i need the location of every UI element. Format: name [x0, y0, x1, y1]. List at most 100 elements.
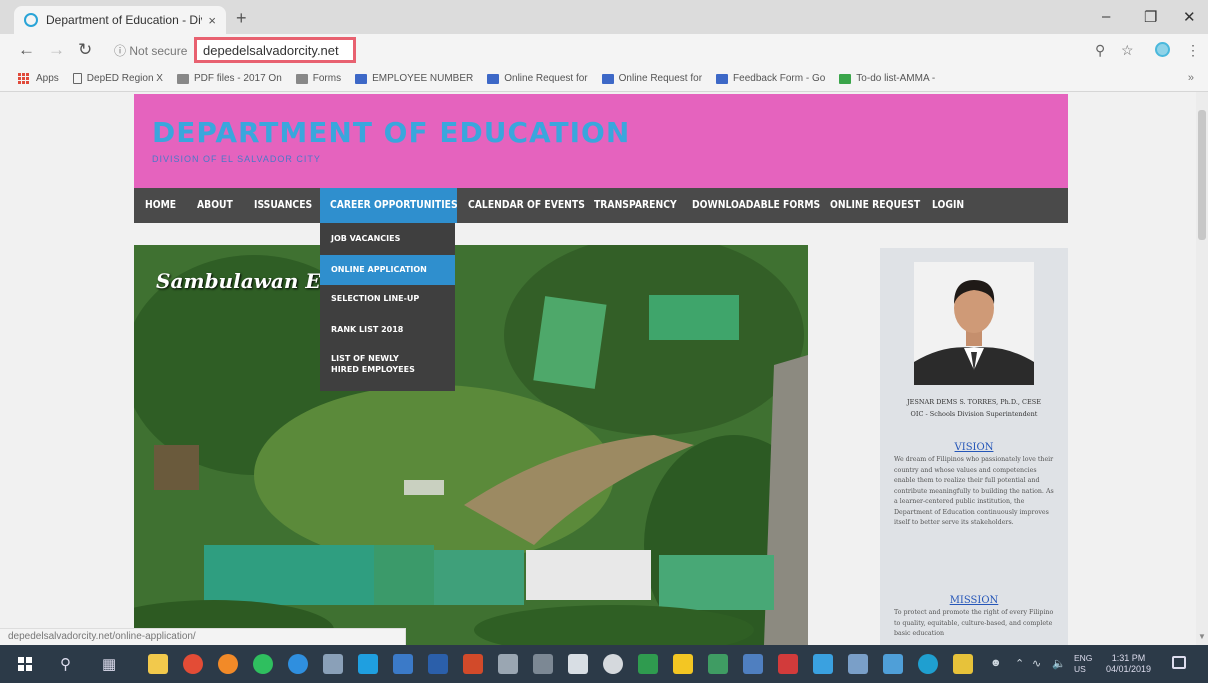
menu-item-job-vacancies[interactable]: JOB VACANCIES: [320, 233, 455, 244]
bookmark-item[interactable]: Online Request for: [601, 73, 703, 84]
menu-item-online-application[interactable]: ONLINE APPLICATION: [320, 255, 455, 285]
site-favicon-icon: [24, 13, 38, 27]
official-name: JESNAR DEMS S. TORRES, Ph.D., CESE: [907, 398, 1041, 406]
bookmark-item[interactable]: Forms: [295, 73, 342, 84]
close-window-icon[interactable]: ✕: [1183, 8, 1196, 26]
sheets-app-icon[interactable]: [708, 654, 728, 674]
sticky-notes-icon[interactable]: [673, 654, 693, 674]
tab-title: Department of Education - Div: [46, 13, 203, 27]
lang-top: ENG: [1074, 653, 1093, 663]
pdf-icon: [295, 73, 308, 84]
sheets-icon: [601, 73, 614, 84]
menu-item-selection-line-up[interactable]: SELECTION LINE-UP: [320, 293, 455, 304]
language-indicator[interactable]: ENG US: [1074, 653, 1092, 675]
scrollbar-thumb[interactable]: [1198, 110, 1206, 240]
bookmark-item[interactable]: To-do list-AMMA -: [839, 73, 935, 84]
media-icon[interactable]: [603, 654, 623, 674]
bookmark-star-icon[interactable]: ☆: [1121, 42, 1134, 59]
store-icon[interactable]: [148, 654, 168, 674]
clock[interactable]: 1:31 PM 04/01/2019: [1106, 653, 1151, 675]
browser-tab[interactable]: Department of Education - Div ×: [14, 6, 226, 34]
vision-heading[interactable]: VISION: [880, 442, 1068, 453]
app-yellow-icon[interactable]: [953, 654, 973, 674]
page-scrollbar[interactable]: ▼: [1196, 92, 1208, 645]
folder-icon[interactable]: [393, 654, 413, 674]
bookmark-item[interactable]: Online Request for: [487, 73, 588, 84]
nav-login[interactable]: LOGIN: [932, 188, 964, 223]
site-subtitle: DIVISION OF EL SALVADOR CITY: [152, 154, 321, 164]
spotify-icon[interactable]: [253, 654, 273, 674]
volume-icon[interactable]: 🔈: [1052, 657, 1066, 670]
clock-time: 1:31 PM: [1111, 653, 1146, 663]
back-arrow-icon[interactable]: ←: [18, 40, 35, 60]
menu-item-rank-list[interactable]: RANK LIST 2018: [320, 324, 455, 335]
pdf-icon: [176, 73, 189, 84]
bookmark-label: DepED Region X: [86, 73, 163, 84]
bookmark-apps[interactable]: Apps: [18, 72, 59, 85]
windows-start-icon[interactable]: [18, 657, 32, 671]
page-viewport: DEPARTMENT OF EDUCATION DIVISION OF EL S…: [0, 92, 1196, 645]
nav-online-request[interactable]: ONLINE REQUEST: [830, 188, 920, 223]
extension-icon[interactable]: [1155, 42, 1170, 57]
powerpoint-icon[interactable]: [463, 654, 483, 674]
windows-taskbar: ⚲ ▦ ☻ ⌃ ∿ 🔈 ENG US 1:31 PM 04/01/2019: [0, 645, 1208, 683]
site-title[interactable]: DEPARTMENT OF EDUCATION: [152, 116, 630, 149]
vision-text: We dream of Filipinos who passionately l…: [894, 456, 1054, 526]
menu-item-newly-hired[interactable]: LIST OF NEWLY HIRED EMPLOYEES: [320, 353, 428, 375]
main-nav: HOME ABOUT ISSUANCES CAREER OPPORTUNITIE…: [134, 188, 1068, 223]
tray-chevron-icon[interactable]: ⌃: [1015, 657, 1024, 670]
zoom-icon[interactable]: ⚲: [1095, 42, 1105, 59]
lang-bottom: US: [1074, 664, 1086, 674]
skype-icon[interactable]: [358, 654, 378, 674]
clock-date: 04/01/2019: [1106, 664, 1152, 674]
bookmark-item[interactable]: PDF files - 2017 On: [176, 73, 282, 84]
word-icon[interactable]: [428, 654, 448, 674]
bookmarks-overflow-icon[interactable]: »: [1188, 72, 1194, 84]
nav-issuances[interactable]: ISSUANCES: [254, 188, 312, 223]
tab-close-icon[interactable]: ×: [208, 13, 216, 28]
minimize-icon[interactable]: –: [1102, 8, 1110, 25]
mail-icon[interactable]: [568, 654, 588, 674]
search-icon[interactable]: ⚲: [60, 655, 71, 673]
bookmark-label: Forms: [312, 73, 342, 84]
nav-career-opportunities[interactable]: CAREER OPPORTUNITIES: [330, 188, 458, 223]
scroll-down-icon[interactable]: ▼: [1198, 632, 1206, 641]
task-view-icon[interactable]: ▦: [102, 655, 116, 673]
excel-icon[interactable]: [638, 654, 658, 674]
network-icon[interactable]: ∿: [1032, 657, 1041, 670]
new-tab-button[interactable]: +: [236, 8, 247, 29]
photos-icon[interactable]: [743, 654, 763, 674]
screen: Department of Education - Div × + – ❐ ✕ …: [0, 0, 1208, 683]
app-photo-icon[interactable]: [848, 654, 868, 674]
edge-icon[interactable]: [288, 654, 308, 674]
calendar-icon[interactable]: [533, 654, 553, 674]
help-icon[interactable]: [918, 654, 938, 674]
app-red-icon[interactable]: [778, 654, 798, 674]
restore-icon[interactable]: ❐: [1144, 8, 1157, 26]
people-icon[interactable]: ☻: [990, 657, 1002, 669]
nav-downloadable-forms[interactable]: DOWNLOADABLE FORMS: [692, 188, 820, 223]
forward-arrow-icon[interactable]: →: [48, 40, 65, 60]
paint-icon[interactable]: [323, 654, 343, 674]
reload-icon[interactable]: ↻: [78, 40, 92, 60]
bookmark-label: Online Request for: [618, 73, 703, 84]
nav-about[interactable]: ABOUT: [197, 188, 233, 223]
menu-kebab-icon[interactable]: ⋮: [1186, 42, 1200, 59]
nav-calendar-of-events[interactable]: CALENDAR OF EVENTS: [468, 188, 585, 223]
security-indicator[interactable]: ⓘ Not secure: [114, 42, 187, 59]
bookmark-label: PDF files - 2017 On: [193, 73, 282, 84]
app-blue-icon[interactable]: [813, 654, 833, 674]
chrome-icon[interactable]: [183, 654, 203, 674]
address-bar[interactable]: depedelsalvadorcity.net: [194, 37, 356, 63]
bookmark-item[interactable]: DepED Region X: [72, 73, 163, 84]
firefox-icon[interactable]: [218, 654, 238, 674]
mission-heading[interactable]: MISSION: [880, 595, 1068, 606]
nav-home[interactable]: HOME: [145, 188, 176, 223]
calculator-icon[interactable]: [498, 654, 518, 674]
nav-transparency[interactable]: TRANSPARENCY: [594, 188, 677, 223]
notification-icon[interactable]: [1172, 656, 1186, 669]
site-header: DEPARTMENT OF EDUCATION DIVISION OF EL S…: [134, 94, 1068, 188]
bookmark-item[interactable]: EMPLOYEE NUMBER: [355, 73, 473, 84]
bookmark-item[interactable]: Feedback Form - Go: [716, 73, 825, 84]
app-image-icon[interactable]: [883, 654, 903, 674]
